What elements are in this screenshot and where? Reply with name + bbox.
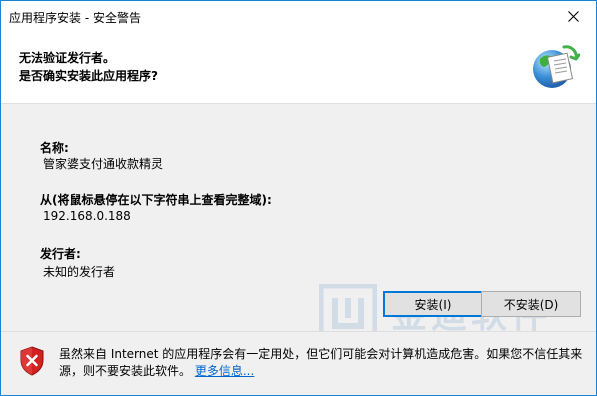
application-install-icon [533,45,580,88]
window-title: 应用程序安装 - 安全警告 [9,11,141,25]
dialog-header: 无法验证发行者。 是否确实安装此应用程序? [1,31,596,104]
from-value[interactable]: 192.168.0.188 [43,209,131,223]
warning-footer: 虽然来自 Internet 的应用程序会有一定用处，但它们可能会对计算机造成危害… [1,331,596,395]
install-button[interactable]: 安装(I) [383,291,483,317]
heading-unverified-publisher: 无法验证发行者。 [19,51,116,65]
publisher-value: 未知的发行者 [43,265,116,279]
dont-install-button[interactable]: 不安装(D) [481,291,581,317]
title-bar: 应用程序安装 - 安全警告 [1,1,596,31]
close-button[interactable] [550,1,596,31]
name-value: 管家婆支付通收款精灵 [43,157,164,171]
security-warning-dialog: 应用程序安装 - 安全警告 无法验证发行者。 是否确实安装此应用程序? 名称: … [0,0,597,396]
security-shield-icon [20,346,44,376]
warning-text: 虽然来自 Internet 的应用程序会有一定用处，但它们可能会对计算机造成危害… [59,347,583,378]
more-info-link[interactable]: 更多信息... [195,364,254,378]
name-label: 名称: [40,141,69,155]
heading-install-question: 是否确实安装此应用程序? [19,69,158,83]
publisher-label: 发行者: [40,247,81,261]
warning-message: 虽然来自 Internet 的应用程序会有一定用处，但它们可能会对计算机造成危害… [59,346,584,380]
from-label: 从(将鼠标悬停在以下字符串上查看完整域): [40,193,272,207]
close-icon [567,10,579,22]
